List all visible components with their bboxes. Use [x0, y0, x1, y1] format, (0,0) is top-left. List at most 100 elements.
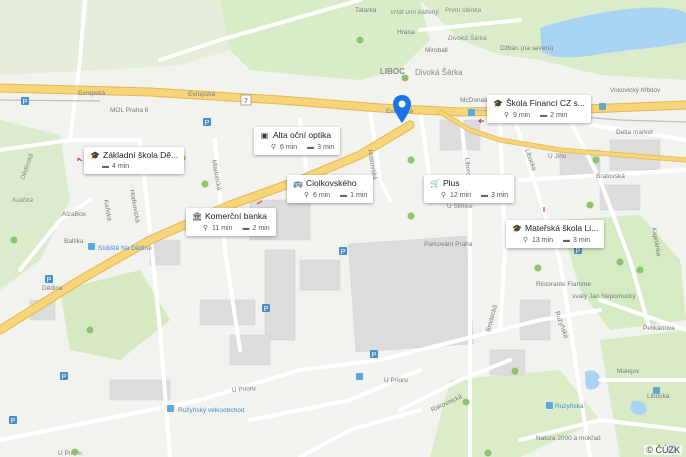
place-label: První stěnka: [445, 7, 482, 14]
poi-label-delta: Delta market: [616, 129, 653, 136]
bus-stop-icon[interactable]: [356, 373, 363, 380]
poi-card-title: Základní škola Dě...: [103, 150, 179, 160]
poi-label-parkovani: Parkování Praha: [424, 241, 473, 248]
street-label-u-silnice: U Silnice: [447, 203, 473, 210]
place-label: Miroball: [425, 47, 448, 54]
street-label-mladoticka: Mladotická: [210, 159, 222, 191]
drive-time: 3 min: [573, 236, 591, 244]
svg-text:P: P: [47, 277, 52, 284]
place-label-divoka-sarka: Divoká Šárka: [415, 68, 463, 77]
bus-stop-icon[interactable]: [468, 109, 475, 116]
shop-icon: ▣: [260, 130, 269, 140]
poi-card-komercni-banka[interactable]: 🏛 Komerční banka ⚲ 11 min ▬ 2 min: [186, 208, 276, 236]
poi-card-title: Ciolkovského: [306, 178, 357, 188]
car-icon: ▬: [102, 163, 109, 170]
drive-time: 2 min: [252, 224, 270, 232]
walk-icon: ⚲: [202, 225, 209, 232]
location-pin-icon[interactable]: [391, 94, 413, 129]
svg-text:P: P: [341, 249, 346, 256]
road-number-label: 7: [244, 98, 248, 105]
walk-time: 6 min: [280, 143, 298, 151]
bus-stop-icon[interactable]: [88, 243, 95, 250]
drive-time: 3 min: [491, 191, 509, 199]
poi-card-zakladni-skola[interactable]: 🎓 Základní škola Dě... ▬ 4 min: [84, 147, 185, 174]
svg-text:P: P: [372, 352, 377, 359]
parking-icon[interactable]: P: [21, 97, 29, 106]
tree-icon: [534, 264, 542, 272]
car-icon: ▬: [540, 111, 548, 119]
car-icon: ▬: [307, 143, 315, 151]
cart-icon: 🛒: [430, 178, 440, 188]
poi-card-title: Komerční banka: [205, 211, 267, 221]
parking-icon[interactable]: P: [9, 416, 17, 425]
tree-icon: [616, 258, 624, 266]
district-label-liboc: LIBOC: [380, 67, 405, 76]
svg-text:P: P: [576, 248, 581, 255]
street-label-u-prioru: U Prioru: [232, 385, 257, 394]
tree-icon: [86, 326, 94, 334]
road-number-badge: 7: [240, 94, 252, 106]
poi-label-ruzynsky: Ružyňský velkoobchod: [178, 407, 245, 414]
poi-card-title: Škola Financí CZ s...: [506, 98, 585, 108]
tree-icon: [71, 448, 79, 456]
poi-label-baltika: Baltika: [64, 238, 84, 245]
parking-icon[interactable]: P: [45, 275, 53, 284]
drive-time: 4 min: [112, 163, 130, 170]
svg-text:P: P: [264, 306, 269, 313]
street-label-brodecka: Brodecká: [485, 304, 499, 333]
svg-text:P: P: [205, 120, 210, 127]
svg-text:P: P: [23, 99, 28, 106]
school-icon: 🎓: [493, 98, 503, 108]
drive-time: 2 min: [550, 111, 568, 119]
svg-text:P: P: [11, 418, 16, 425]
car-icon: ▬: [242, 224, 250, 232]
street-label-u-prioru: U Prioru: [58, 450, 82, 457]
tree-icon: [484, 449, 492, 457]
walk-icon: ⚲: [522, 237, 529, 244]
poi-card-alta-optika[interactable]: ▣ Alta oční optika ⚲ 6 min ▬ 3 min: [254, 127, 341, 155]
poi-card-title: Mateřská škola Li...: [525, 223, 599, 233]
poi-card-title: Alta oční optika: [273, 130, 332, 140]
street-label-kanska: Kaňská: [102, 199, 113, 222]
tree-icon: [511, 367, 519, 375]
parking-icon[interactable]: P: [203, 118, 211, 127]
poi-card-ciolkovskeho[interactable]: 🚌 Ciolkovského ⚲ 6 min ▬ 1 min: [287, 175, 374, 203]
bus-stop-icon[interactable]: [599, 103, 606, 110]
school-icon: 🎓: [90, 150, 100, 160]
walk-time: 12 min: [450, 191, 472, 199]
parking-icon[interactable]: P: [60, 372, 68, 381]
parking-icon[interactable]: P: [370, 350, 378, 359]
poi-card-materska-skola[interactable]: 🎓 Mateřská škola Li... ⚲ 13 min ▬ 3 min: [506, 220, 605, 248]
bank-icon: 🏛: [192, 211, 203, 221]
bus-stop-icon[interactable]: [653, 387, 660, 394]
car-icon: ▬: [481, 191, 489, 199]
tree-icon: [201, 180, 209, 188]
poi-label-mol: MOL Praha 6: [110, 107, 149, 114]
poi-label-vokovicky: Vokovický hřbitov: [610, 87, 661, 94]
tree-icon: [407, 156, 415, 164]
bus-stop-icon[interactable]: [546, 402, 553, 409]
stop-label-ruzynska: Ruzyňská: [555, 403, 584, 410]
poi-card-skola-financi[interactable]: 🎓 Škola Financí CZ s... ⚲ 9 min ▬ 2 min: [487, 95, 591, 123]
stop-label-dedina: Dědina: [42, 285, 63, 292]
poi-card-plus[interactable]: 🛒 Plus ⚲ 12 min ▬ 3 min: [424, 175, 515, 203]
place-label-tatarka: Tatarka: [355, 7, 377, 14]
place-label-dzban: Džbán (na severu): [500, 45, 553, 52]
poi-label: U Jiho: [548, 153, 567, 160]
street-label-evropska: Evropská: [188, 91, 215, 98]
bus-stop-icon[interactable]: [167, 405, 174, 412]
parking-icon[interactable]: P: [262, 304, 270, 313]
car-icon: ▬: [340, 191, 348, 199]
walk-time: 6 min: [313, 191, 331, 199]
stop-label-sidliste: Sídliště Na Dědině: [98, 245, 152, 252]
place-label-natura: Natura 2000 a mokřad: [536, 435, 601, 442]
tree-icon: [592, 156, 600, 164]
tree-icon: [407, 212, 415, 220]
walk-icon: ⚲: [440, 192, 447, 199]
place-label: Hrana: [397, 29, 415, 36]
parking-icon[interactable]: P: [339, 247, 347, 256]
svg-text:P: P: [62, 374, 67, 381]
poi-label-ristorante: Ristorante Fiamme: [536, 281, 591, 288]
place-label: Vrtát umí kážený: [390, 9, 439, 16]
walk-icon: ⚲: [503, 112, 510, 119]
